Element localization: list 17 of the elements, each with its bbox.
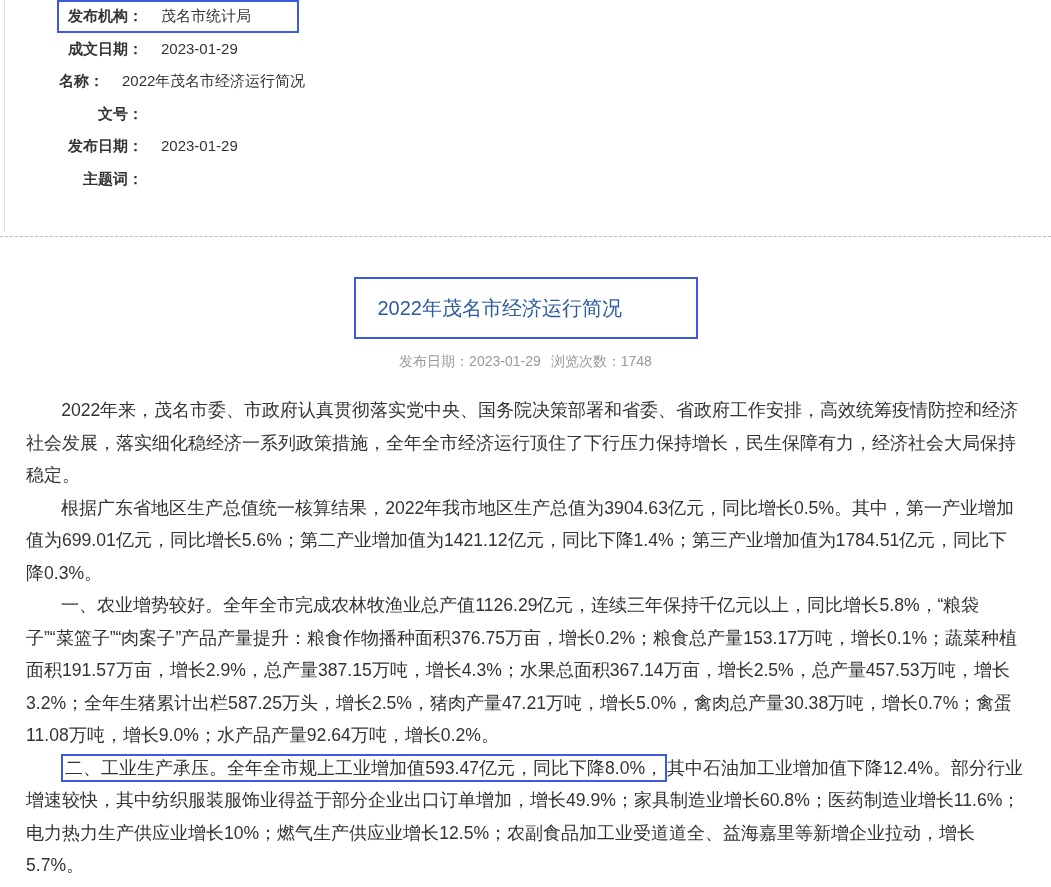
article-info: 浏览次数：1748: [550, 352, 652, 371]
paragraph: 二、工业生产承压。全年全市规上工业增加值593.47亿元，同比下降8.0%， 其中石油加工业增加值下降12.4%。部分行业增速较快，其中纺织服装服饰业得益于部分企业出口订单增加，增长49.9%；家具制造业增长60.8%；医药制造业增长11.6%；电力热力生产供应业增长10%；燃气生产供应业增长12.5%；农副食品加工业受道道全、益海嘉里等新增企业拉动，增长5.7%。: [26, 751, 1025, 882]
field-label: 发布机构：: [67, 6, 143, 26]
paragraph: 2022年来，茂名市委、市政府认真贯彻落实党中央、国务院决策部署和省委、省政府工作安排，高效统筹疫情防控和经济社会发展，落实细化稳经济一系列政策措施，全年全市经济运行顶住了下行压力保持增长，民生保障有力，经济社会大局保持稳定。: [26, 399, 1020, 487]
article-info: 发布日期：2023-01-29: [399, 352, 541, 371]
field-value: 2023-01-29: [161, 136, 238, 156]
field-value: 2022年茂名市经济运行简况: [122, 71, 306, 91]
field-label: 成文日期：: [67, 38, 143, 59]
field-label: 文号：: [97, 103, 143, 124]
field-label: 名称：: [59, 71, 104, 91]
article-title: 2022年茂名市经济运行简况: [353, 277, 698, 339]
paragraph: 一、农业增势较好。全年全市完成农林牧渔业总产值1126.29亿元，连续三年保持千亿元以上，同比增长5.8%，“粮袋子”“菜篮子”“肉案子”产品产量提升：粮食作物播种面积376.75万亩，增长0.2%；粮食总产量153.17万吨，增长0.1%；蔬菜种植面积191.57万亩，增长2.9%，总产量387.15万吨，增长4.3%；水果总面积367.14万亩，增长2.5%，总产量457.53万吨，增长3.2%；全年生猪累计出栏587.25万头，增长2.5%，猪肉产量47.21万吨，增长5.0%，禽肉总产量30.38万吨，增长0.7%；禽蛋11.08万吨，增长9.0%；水产品产量92.64万吨，增长0.2%。: [26, 594, 1019, 747]
field-label: 发布日期：: [67, 136, 143, 156]
paragraph: 根据广东省地区生产总值统一核算结果，2022年我市地区生产总值为3904.63亿元，同比增长0.5%。其中，第一产业增加值为699.01亿元，同比增长5.6%；第二产业增加值为1421.12亿元，同比下降1.4%；第三产业增加值为1784.51亿元，同比下降0.3%。: [26, 496, 1016, 585]
field-label: 主题词：: [82, 168, 143, 189]
field-value: 茂名市统计局: [161, 6, 251, 26]
field-value: 2023-01-29: [161, 38, 238, 59]
